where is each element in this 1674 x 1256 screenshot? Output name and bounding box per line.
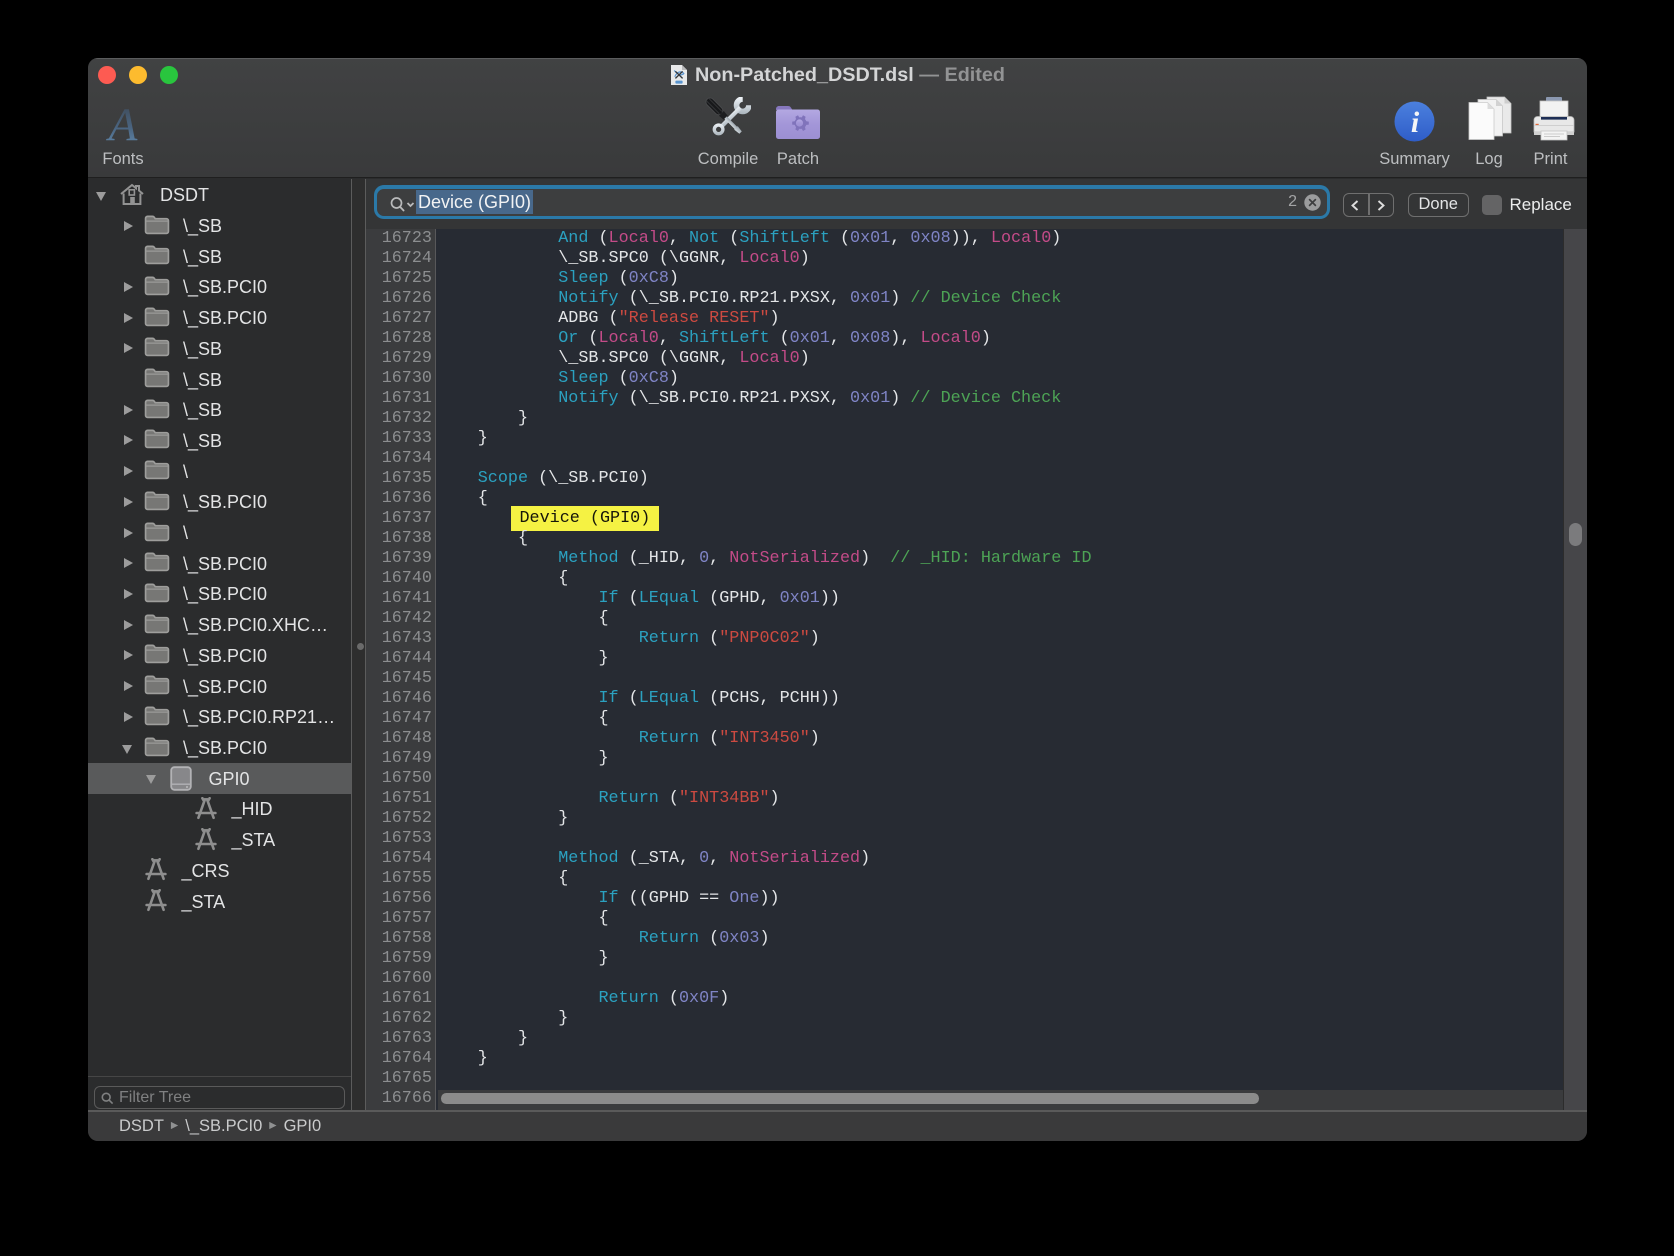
svg-text:A: A: [106, 103, 138, 145]
svg-text:i: i: [1411, 106, 1420, 139]
